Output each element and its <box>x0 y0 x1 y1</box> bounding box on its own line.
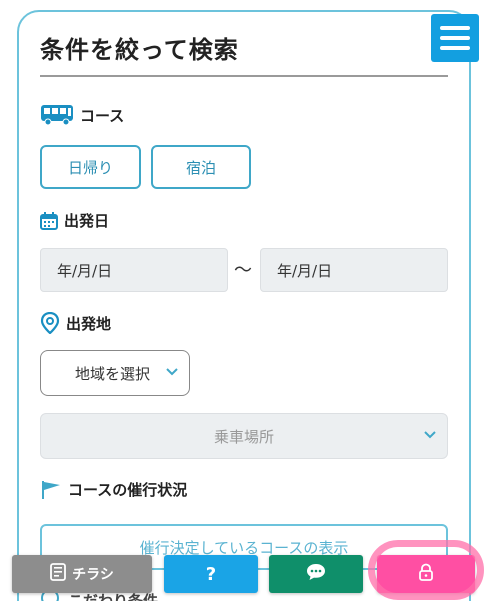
panel-title: 条件を絞って検索 <box>40 36 239 64</box>
region-select[interactable]: 地域を選択 <box>40 350 190 396</box>
menu-bar <box>440 26 470 30</box>
day-trip-button[interactable]: 日帰り <box>40 145 141 189</box>
flyer-button[interactable]: チラシ <box>12 555 152 593</box>
title-divider <box>40 75 448 77</box>
flyer-icon <box>50 563 67 585</box>
chat-bubble-icon <box>306 563 326 585</box>
flag-icon <box>40 480 62 500</box>
date-range-separator: 〜 <box>234 260 252 281</box>
date-from-input[interactable]: 年/月/日 <box>40 248 228 292</box>
search-panel <box>17 10 471 601</box>
menu-bar <box>440 36 470 40</box>
date-to-input[interactable]: 年/月/日 <box>260 248 448 292</box>
location-pin-icon <box>40 312 60 334</box>
course-section-label: コース <box>40 104 124 126</box>
departure-date-label: 出発日 <box>40 210 109 231</box>
overnight-button[interactable]: 宿泊 <box>151 145 251 189</box>
boarding-place-value: 乗車場所 <box>213 427 274 446</box>
region-select-value: 地域を選択 <box>75 364 151 383</box>
menu-bar <box>440 46 470 50</box>
departure-date-text: 出発日 <box>64 212 110 230</box>
departure-place-label: 出発地 <box>40 312 111 334</box>
chevron-down-icon <box>423 427 437 445</box>
hamburger-menu-button[interactable] <box>431 14 479 62</box>
operation-status-label: コースの催行状況 <box>40 479 187 500</box>
course-label-text: コース <box>80 106 125 125</box>
chat-button[interactable] <box>269 555 363 593</box>
chevron-down-icon <box>165 364 179 382</box>
calendar-icon <box>40 211 58 230</box>
departure-place-text: 出発地 <box>66 314 112 333</box>
bus-icon <box>40 104 74 126</box>
help-button[interactable]: ? <box>164 555 258 593</box>
operation-status-text: コースの催行状況 <box>68 481 188 499</box>
boarding-place-select[interactable]: 乗車場所 <box>40 413 448 459</box>
lock-highlight-ring <box>368 540 484 600</box>
flyer-label: チラシ <box>72 567 114 583</box>
help-label: ? <box>205 563 217 585</box>
